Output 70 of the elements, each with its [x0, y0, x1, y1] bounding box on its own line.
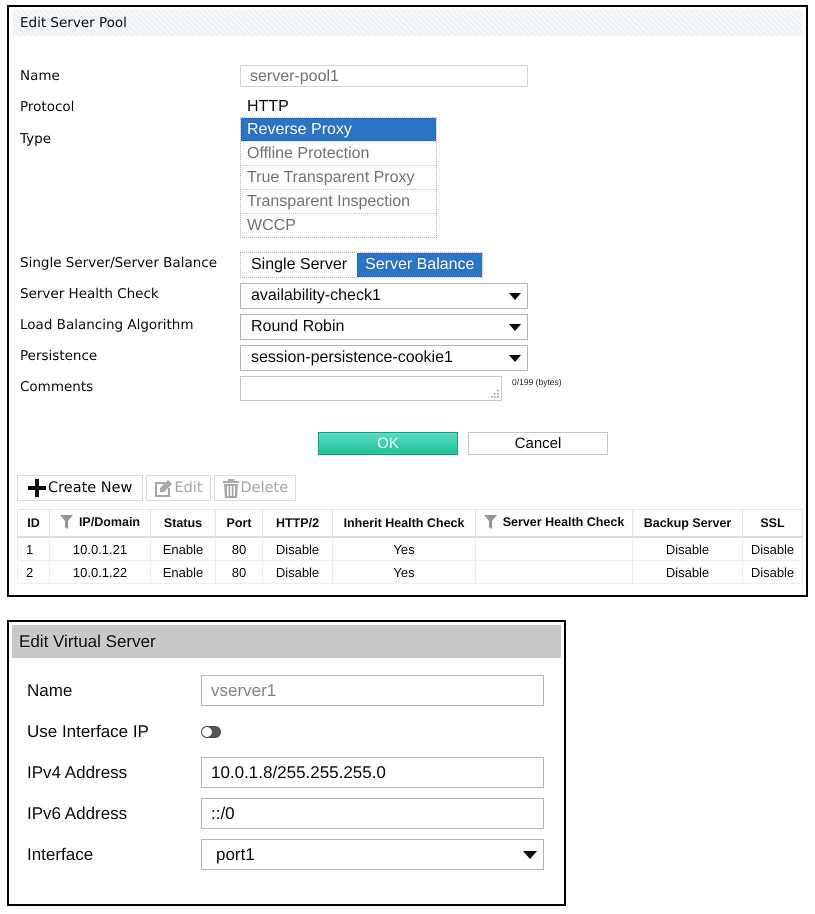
field-label: Name — [27, 680, 74, 700]
trash-icon — [222, 478, 240, 498]
field-label: Persistence — [20, 347, 98, 366]
dropdown[interactable]: availability-check1 — [240, 283, 528, 309]
dialog-title: Edit Virtual Server — [12, 625, 561, 658]
toolbar-button[interactable]: Create New — [17, 475, 144, 501]
table-cell: Enable — [162, 542, 204, 556]
column-header[interactable]: Inherit Health Check — [332, 510, 476, 537]
plus-icon — [27, 478, 47, 498]
input-field[interactable]: ::/0 — [201, 798, 544, 829]
column-header[interactable]: IP/Domain — [50, 510, 150, 537]
table-cell: Disable — [666, 564, 710, 580]
filter-icon — [484, 514, 497, 528]
field-value: HTTP — [246, 97, 289, 117]
column-header[interactable]: SSL — [742, 510, 802, 537]
dropdown[interactable]: Round Robin — [240, 314, 528, 340]
column-header[interactable]: ID — [18, 510, 50, 537]
list-option[interactable]: True Transparent Proxy — [241, 165, 436, 189]
field-label: Server Health Check — [20, 285, 160, 304]
table-cell: Yes — [393, 564, 415, 580]
resize-grip-icon — [491, 390, 499, 398]
table-cell: 10.0.1.22 — [72, 564, 128, 580]
field-label: IPv4 Address — [27, 762, 128, 782]
field-label: Use Interface IP — [27, 722, 150, 742]
table-cell: Disable — [666, 542, 710, 556]
table-cell: 10.0.1.21 — [72, 542, 128, 556]
input-field[interactable]: 10.0.1.8/255.255.255.0 — [201, 757, 544, 788]
table-cell: 80 — [232, 542, 246, 556]
name-field[interactable]: vserver1 — [201, 675, 544, 706]
byte-counter: 0/199 (bytes) — [512, 377, 562, 387]
dropdown[interactable]: session-persistence-cookie1 — [240, 345, 528, 371]
table-cell: 2 — [26, 564, 34, 580]
field-label: Type — [20, 130, 52, 149]
caret-icon — [509, 292, 521, 300]
table-cell: 80 — [232, 564, 246, 580]
list-option[interactable]: Reverse Proxy — [241, 118, 436, 141]
table-cell: Disable — [750, 564, 794, 580]
field-label: Comments — [20, 378, 94, 397]
field-label: Protocol — [20, 98, 76, 117]
field-label: IPv6 Address — [27, 804, 128, 824]
cancel-button[interactable]: Cancel — [468, 432, 608, 455]
column-header[interactable]: Port — [216, 510, 262, 537]
table-cell: Yes — [393, 542, 415, 556]
field-label: Name — [20, 67, 61, 86]
table-cell: 1 — [26, 542, 34, 556]
comments-field[interactable] — [240, 376, 502, 401]
table-cell: Disable — [276, 564, 320, 580]
name-field[interactable]: server-pool1 — [240, 65, 528, 87]
field-label: Single Server/Server Balance — [20, 254, 218, 273]
segment-button[interactable]: Server Balance — [357, 253, 482, 277]
column-header[interactable]: Status — [150, 510, 216, 537]
list-option[interactable]: Offline Protection — [241, 141, 436, 165]
filter-icon — [60, 514, 73, 528]
caret-icon — [509, 354, 521, 362]
caret-icon — [509, 324, 521, 330]
field-label: Interface — [27, 844, 94, 864]
dropdown[interactable]: port1 — [201, 839, 544, 870]
column-header[interactable]: Backup Server — [632, 510, 742, 537]
list-option[interactable]: WCCP — [241, 213, 436, 237]
column-header[interactable]: HTTP/2 — [262, 510, 332, 537]
toggle-switch[interactable] — [201, 726, 221, 738]
caret-icon — [523, 850, 537, 858]
table-cell: Disable — [276, 542, 320, 556]
edit-icon — [154, 478, 174, 498]
field-label: Load Balancing Algorithm — [20, 316, 194, 335]
dialog-title: Edit Server Pool — [13, 10, 802, 36]
column-header[interactable]: Server Health Check — [476, 510, 632, 537]
list-option[interactable]: Transparent Inspection — [241, 189, 436, 213]
table-cell: Enable — [162, 564, 204, 580]
table-cell: Disable — [750, 542, 794, 556]
